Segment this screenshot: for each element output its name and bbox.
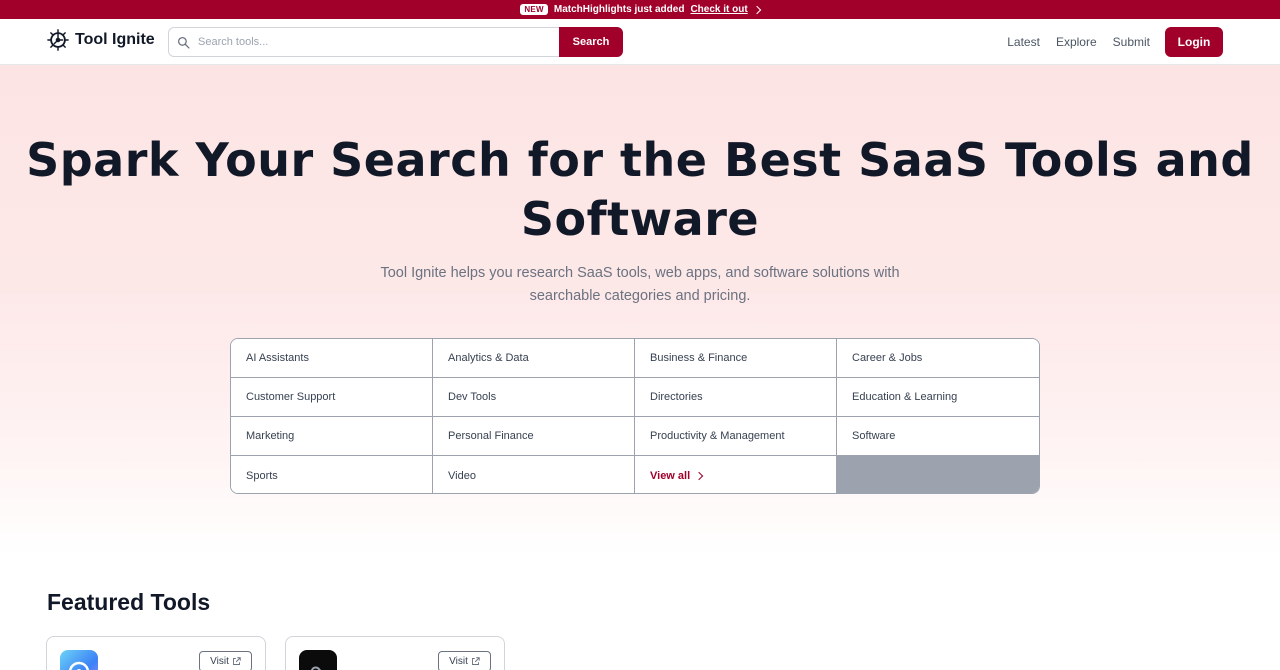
site-header: Tool Ignite Search Latest Explore Submit…: [0, 19, 1280, 65]
category-ai-assistants[interactable]: AI Assistants: [231, 339, 433, 378]
logo[interactable]: Tool Ignite: [47, 29, 155, 51]
category-dev-tools[interactable]: Dev Tools: [433, 378, 635, 417]
link-app-icon: [299, 650, 337, 670]
category-video[interactable]: Video: [433, 456, 635, 493]
category-productivity-management[interactable]: Productivity & Management: [635, 417, 837, 456]
view-all-label: View all: [650, 469, 691, 482]
visit-button[interactable]: Visit: [438, 651, 491, 670]
category-directories[interactable]: Directories: [635, 378, 837, 417]
hero-subtitle: Tool Ignite helps you research SaaS tool…: [360, 262, 920, 308]
category-sports[interactable]: Sports: [231, 456, 433, 493]
logo-text: Tool Ignite: [75, 31, 155, 48]
category-software[interactable]: Software: [837, 417, 1039, 456]
category-marketing[interactable]: Marketing: [231, 417, 433, 456]
visit-label: Visit: [449, 656, 468, 667]
chevron-right-icon: [752, 5, 761, 14]
category-customer-support[interactable]: Customer Support: [231, 378, 433, 417]
hero-subtitle-line2: searchable categories and pricing.: [529, 288, 751, 304]
check-it-out-link[interactable]: Check it out: [690, 4, 761, 15]
link-icon: [310, 666, 324, 670]
category-career-jobs[interactable]: Career & Jobs: [837, 339, 1039, 378]
external-link-icon: [471, 657, 480, 665]
chevron-right-icon: [694, 471, 704, 480]
hero-section: Spark Your Search for the Best SaaS Tool…: [0, 65, 1280, 555]
announcement-bar: NEW MatchHighlights just added Check it …: [0, 0, 1280, 19]
gear-app-icon: [60, 650, 98, 670]
search-icon: [177, 36, 190, 49]
category-education-learning[interactable]: Education & Learning: [837, 378, 1039, 417]
announcement-text: MatchHighlights just added: [553, 4, 685, 15]
featured-tool-card[interactable]: Visit: [46, 636, 266, 670]
hero-subtitle-line1: Tool Ignite helps you research SaaS tool…: [380, 265, 900, 281]
logo-icon: [47, 29, 69, 51]
main-nav: Latest Explore Submit Login: [1007, 27, 1223, 57]
login-button[interactable]: Login: [1165, 27, 1223, 57]
visit-button[interactable]: Visit: [199, 651, 252, 670]
hero-title-line1: Spark Your Search for the Best SaaS Tool…: [26, 133, 1254, 187]
nav-submit[interactable]: Submit: [1113, 35, 1150, 49]
new-badge: NEW: [520, 4, 548, 15]
featured-tools-heading: Featured Tools: [47, 589, 211, 615]
view-all-link[interactable]: View all: [635, 456, 837, 493]
category-business-finance[interactable]: Business & Finance: [635, 339, 837, 378]
category-grid: AI Assistants Analytics & Data Business …: [230, 338, 1040, 494]
gear-icon: [68, 661, 90, 670]
visit-label: Visit: [210, 656, 229, 667]
search-bar: Search: [168, 27, 623, 57]
nav-latest[interactable]: Latest: [1007, 35, 1040, 49]
nav-explore[interactable]: Explore: [1056, 35, 1097, 49]
hero-title-line2: Software: [520, 192, 760, 246]
search-button[interactable]: Search: [559, 27, 623, 57]
category-analytics-data[interactable]: Analytics & Data: [433, 339, 635, 378]
hero-title: Spark Your Search for the Best SaaS Tool…: [0, 131, 1280, 249]
search-input[interactable]: [198, 36, 548, 48]
external-link-icon: [232, 657, 241, 665]
check-it-out-label: Check it out: [690, 4, 748, 15]
category-personal-finance[interactable]: Personal Finance: [433, 417, 635, 456]
category-grid-filler: [837, 456, 1039, 493]
featured-tool-card[interactable]: Visit: [285, 636, 505, 670]
search-box[interactable]: [168, 27, 559, 57]
